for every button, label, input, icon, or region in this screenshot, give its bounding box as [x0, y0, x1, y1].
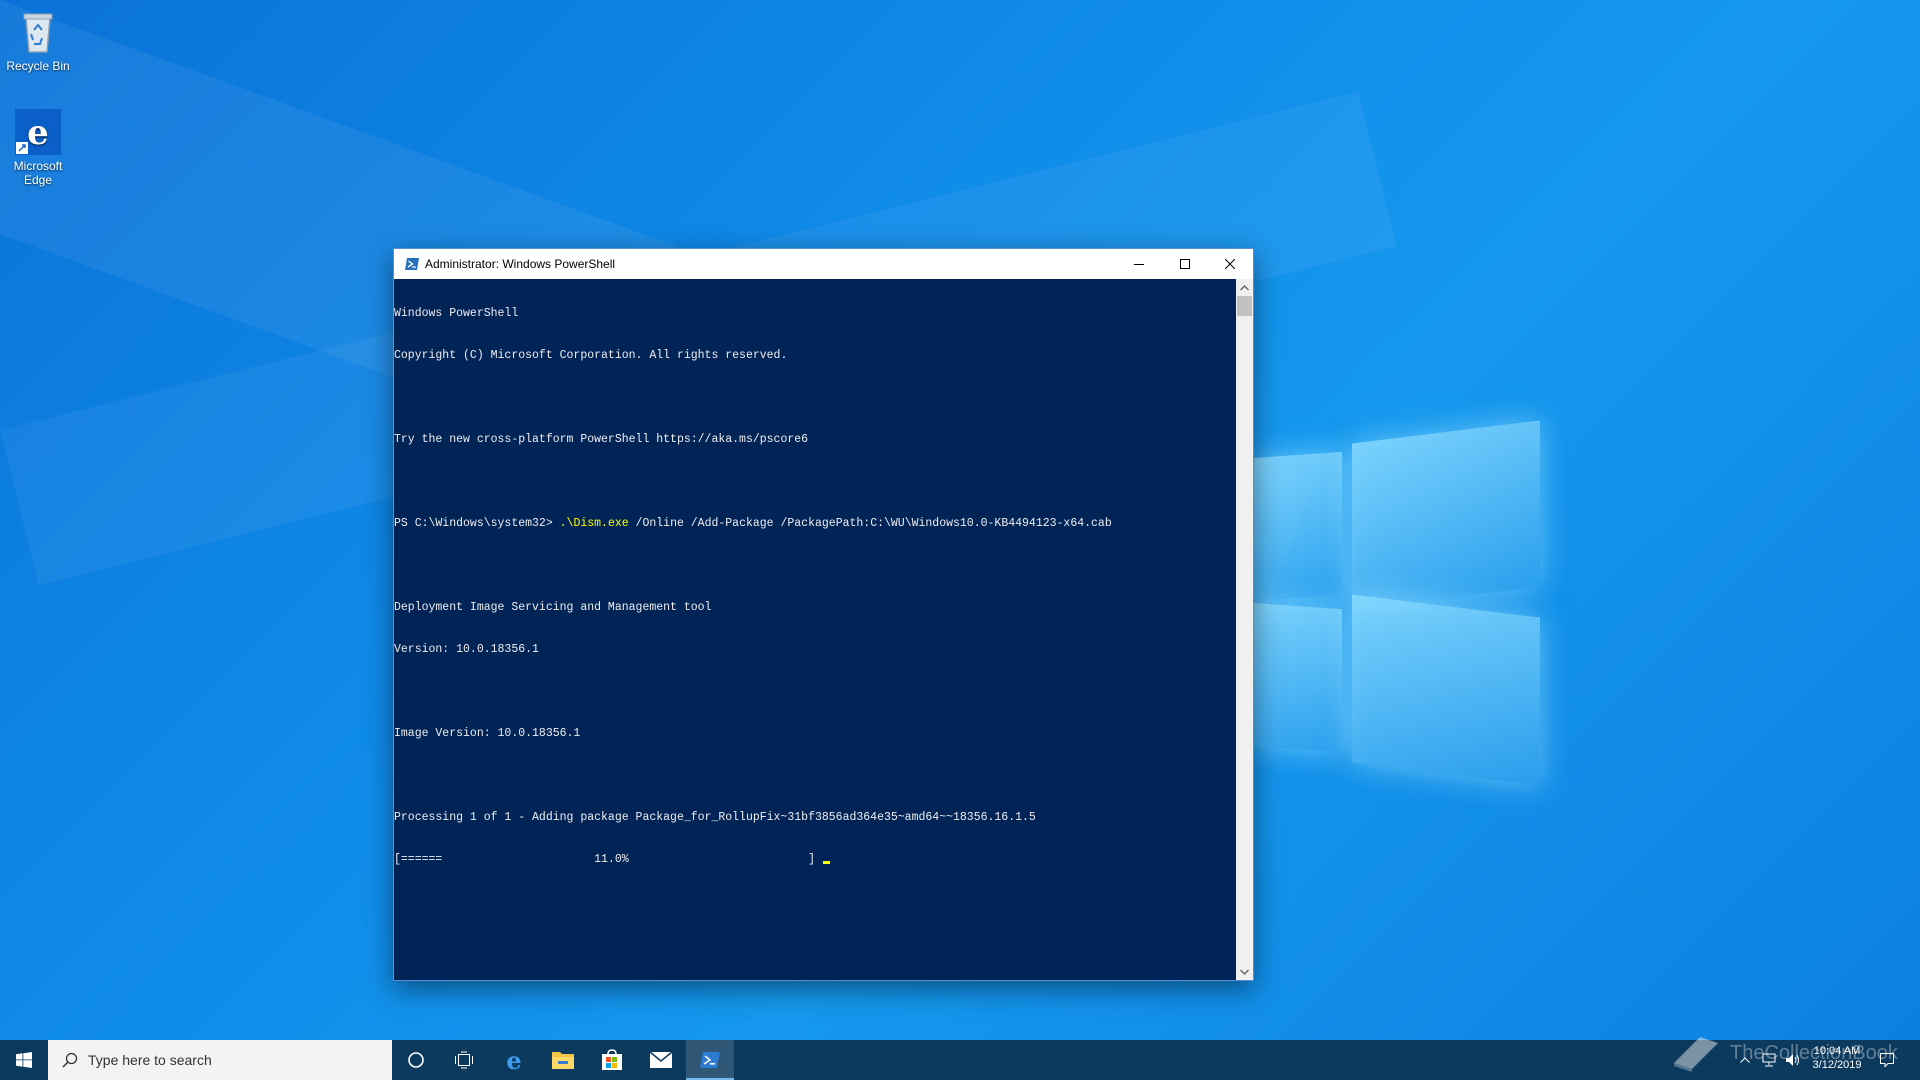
console-line: Deployment Image Servicing and Managemen… — [394, 601, 712, 614]
file-explorer-icon — [552, 1052, 574, 1069]
console-line: Copyright (C) Microsoft Corporation. All… — [394, 349, 788, 362]
console-line: Windows PowerShell — [394, 307, 519, 320]
taskbar-mail-button[interactable] — [637, 1040, 685, 1080]
watermark-text: TheCollectionBook — [1730, 1041, 1898, 1064]
search-box[interactable]: Type here to search — [48, 1040, 392, 1080]
console-command-exe: .\Dism.exe — [559, 517, 629, 530]
desktop-icon-label: Microsoft Edge — [13, 159, 63, 187]
search-placeholder: Type here to search — [88, 1052, 212, 1068]
logo-pane — [1252, 451, 1342, 602]
console-output[interactable]: Windows PowerShell Copyright (C) Microso… — [394, 279, 1235, 980]
console-scrollbar[interactable] — [1236, 279, 1253, 980]
minimize-button[interactable] — [1116, 249, 1162, 279]
taskbar: Type here to search e 10:04 AM 3/12/2019 — [0, 1040, 1920, 1080]
book-icon — [1674, 1037, 1718, 1072]
window-title: Administrator: Windows PowerShell — [425, 257, 616, 271]
edge-icon: e — [506, 1048, 521, 1072]
edge-icon: e — [14, 108, 62, 156]
desktop-icon-recycle-bin[interactable]: Recycle Bin — [0, 8, 78, 73]
watermark: TheCollectionBook — [1670, 1033, 1898, 1073]
task-view-button[interactable] — [440, 1040, 488, 1080]
window-titlebar[interactable]: Administrator: Windows PowerShell — [394, 249, 1253, 279]
store-icon — [602, 1049, 622, 1070]
close-icon — [1225, 259, 1235, 269]
console-line: Try the new cross-platform PowerShell ht… — [394, 433, 809, 446]
maximize-button[interactable] — [1162, 249, 1208, 279]
desktop-icon-edge[interactable]: e Microsoft Edge — [0, 108, 78, 187]
powershell-window[interactable]: Administrator: Windows PowerShell Window… — [393, 248, 1254, 981]
svg-text:e: e — [27, 113, 49, 153]
progress-text: [====== 11.0% ] — [394, 853, 822, 866]
scroll-up-button[interactable] — [1236, 279, 1253, 296]
chevron-up-icon — [1240, 284, 1249, 290]
search-icon — [62, 1052, 78, 1068]
start-button[interactable] — [0, 1040, 48, 1080]
console-line: Version: 10.0.18356.1 — [394, 643, 539, 656]
taskbar-store-button[interactable] — [588, 1040, 636, 1080]
task-view-icon — [455, 1051, 473, 1069]
console-line: Image Version: 10.0.18356.1 — [394, 727, 581, 740]
console-line: Processing 1 of 1 - Adding package Packa… — [394, 811, 1036, 824]
scroll-thumb[interactable] — [1237, 296, 1252, 316]
desktop-icon-label: Recycle Bin — [6, 59, 70, 73]
taskbar-powershell-button[interactable] — [686, 1040, 734, 1080]
taskbar-edge-button[interactable]: e — [490, 1040, 538, 1080]
minimize-icon — [1134, 264, 1144, 265]
windows-icon — [16, 1052, 32, 1068]
cortana-button[interactable] — [392, 1040, 440, 1080]
cortana-icon — [408, 1052, 424, 1068]
logo-pane — [1352, 420, 1540, 610]
powershell-icon — [404, 256, 420, 272]
scroll-down-button[interactable] — [1236, 963, 1253, 980]
logo-pane — [1252, 602, 1342, 753]
mail-icon — [649, 1051, 673, 1068]
taskbar-file-explorer-button[interactable] — [539, 1040, 587, 1080]
console-prompt: PS C:\Windows\system32> — [394, 517, 560, 530]
chevron-down-icon — [1240, 969, 1249, 975]
svg-text:e: e — [506, 1048, 521, 1072]
console-command-line: PS C:\Windows\system32> .\Dism.exe /Onli… — [394, 517, 1235, 531]
console-command-args: /Online /Add-Package /PackagePath:C:\WU\… — [628, 517, 1112, 530]
powershell-icon — [700, 1052, 720, 1068]
recycle-bin-icon — [14, 8, 62, 56]
logo-pane — [1352, 594, 1540, 786]
text-cursor — [822, 861, 830, 864]
console-progress-line: [====== 11.0% ] — [394, 853, 1235, 867]
maximize-icon — [1180, 259, 1190, 269]
close-button[interactable] — [1207, 249, 1253, 279]
